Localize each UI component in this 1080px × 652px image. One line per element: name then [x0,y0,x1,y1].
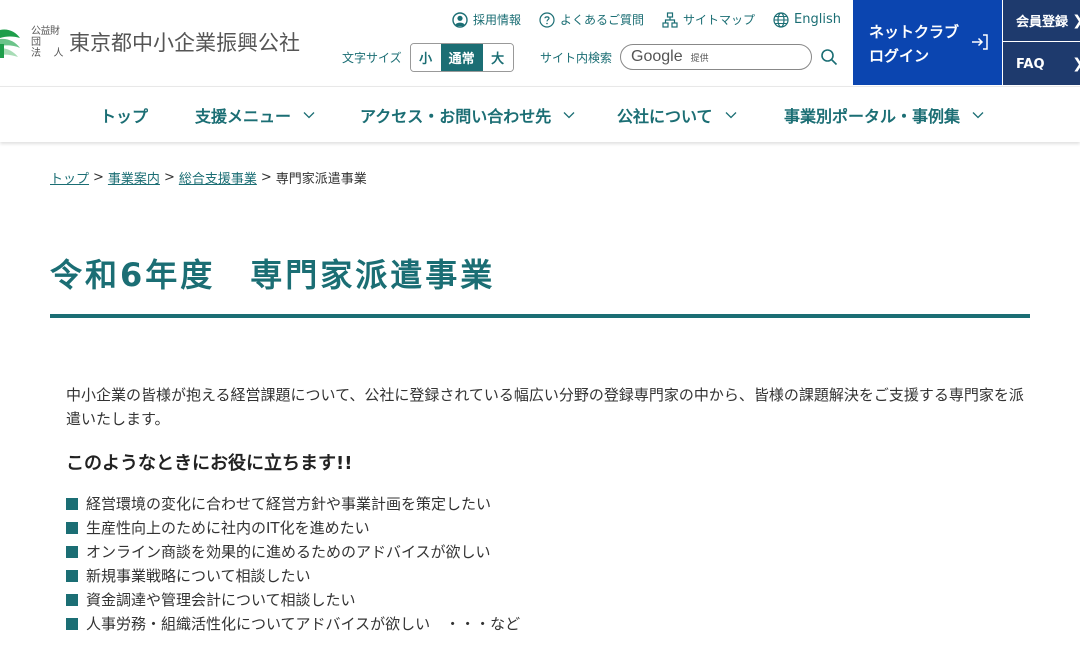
chevron-down-icon [563,112,575,119]
sitemap-icon [662,11,678,28]
site-header: 公益財団 法人 東京都中小企業振興公社 採用情報 よくあるご質問 サイトマップ … [0,0,1080,86]
breadcrumb-separator: > [163,170,175,185]
square-bullet-icon [66,570,78,582]
nav-item-label: 支援メニュー [195,107,292,126]
logo-corp-line2b: 人 [53,47,64,59]
nav-item-access-contact[interactable]: アクセス・お問い合わせ先 [360,87,575,143]
font-size-small-button[interactable]: 小 [410,44,441,71]
site-search: サイト内検索 Google 提供 [540,44,838,70]
util-link-label: 採用情報 [473,13,522,27]
list-item-text: 資金調達や管理会計について相談したい [86,591,356,609]
breadcrumb-current: 専門家派遣事業 [275,172,367,187]
logo-mark-icon [0,29,20,58]
chevron-right-icon: ❯ [1072,13,1080,29]
logo-corp-line1: 公益財団 [31,25,60,48]
nav-item-support-menu[interactable]: 支援メニュー [195,87,315,143]
search-input[interactable]: Google 提供 [620,44,813,70]
search-icon[interactable] [820,48,838,66]
font-size-label: 文字サイズ [342,51,402,65]
list-item: 人事労務・組織活性化についてアドバイスが欲しい ・・・など [66,612,520,636]
list-item: 経営環境の変化に合わせて経営方針や事業計画を策定したい [66,492,520,516]
side-buttons: 会員登録 ❯ FAQ ❯ [1003,0,1080,85]
site-logo[interactable]: 公益財団 法人 東京都中小企業振興公社 [0,24,300,60]
breadcrumb-separator: > [260,170,272,185]
util-link-label: English [794,12,841,27]
nav-item-label: アクセス・お問い合わせ先 [360,107,552,126]
list-item-text: 新規事業戦略について相談したい [86,567,311,585]
title-divider [50,314,1030,318]
chevron-right-icon: ❯ [1072,56,1080,72]
netclub-login-button[interactable]: ネットクラブ ログイン [853,0,1002,85]
list-item-text: オンライン商談を効果的に進めるためのアドバイスが欲しい [86,543,491,561]
breadcrumb-link-business[interactable]: 事業案内 [108,168,160,187]
nav-item-label: 事業別ポータル・事例集 [784,107,961,126]
util-link-english[interactable]: English [773,11,841,28]
login-arrow-icon [972,34,988,50]
chevron-down-icon [725,112,736,119]
list-item: 新規事業戦略について相談したい [66,564,520,588]
font-size-normal-button[interactable]: 通常 [440,44,483,71]
list-item: オンライン商談を効果的に進めるためのアドバイスが欲しい [66,540,520,564]
google-brand-text: Google [631,48,683,65]
square-bullet-icon [66,498,78,510]
list-item: 生産性向上のために社内のIT化を進めたい [66,516,520,540]
square-bullet-icon [66,522,78,534]
font-size-options: 小 通常 大 [409,43,514,72]
person-circle-icon [452,11,468,28]
member-register-label: 会員登録 [1016,15,1069,30]
util-link-faq[interactable]: よくあるご質問 [539,11,644,28]
question-circle-icon [539,11,555,28]
member-register-button[interactable]: 会員登録 ❯ [1003,0,1080,42]
login-label-line1: ネットクラブ [869,23,960,41]
global-nav: トップ 支援メニュー アクセス・お問い合わせ先 公社について 事業別ポータル・事… [0,86,1080,142]
breadcrumb: トップ > 事業案内 > 総合支援事業 > 専門家派遣事業 [50,168,367,187]
globe-icon [773,11,789,28]
square-bullet-icon [66,594,78,606]
chevron-down-icon [303,112,315,119]
breadcrumb-link-top[interactable]: トップ [50,168,89,187]
nav-item-label: 公社について [617,107,713,126]
faq-label: FAQ [1016,56,1045,72]
search-label: サイト内検索 [540,50,613,65]
benefits-heading: このようなときにお役に立ちます!! [66,453,353,474]
nav-item-label: トップ [100,107,149,126]
list-item-text: 経営環境の変化に合わせて経営方針や事業計画を策定したい [86,495,492,513]
logo-org-name: 東京都中小企業振興公社 [69,31,300,55]
font-size-large-button[interactable]: 大 [482,44,513,71]
util-link-label: よくあるご質問 [560,13,645,27]
breadcrumb-link-general-support[interactable]: 総合支援事業 [179,168,257,187]
font-size-switcher: 文字サイズ 小 通常 大 [342,43,514,72]
logo-corp-type: 公益財団 法人 [31,26,63,59]
google-provided-text: 提供 [690,53,709,64]
page-title: 令和6年度 専門家派遣事業 [50,256,496,294]
util-link-sitemap[interactable]: サイトマップ [662,11,755,28]
list-item: 資金調達や管理会計について相談したい [66,588,520,612]
login-label: ネットクラブ ログイン [869,20,959,68]
nav-item-about[interactable]: 公社について [617,87,737,143]
faq-button[interactable]: FAQ ❯ [1003,43,1080,85]
login-label-line2: ログイン [869,47,930,65]
benefits-list: 経営環境の変化に合わせて経営方針や事業計画を策定したい 生産性向上のために社内の… [66,492,520,636]
intro-paragraph: 中小企業の皆様が抱える経営課題について、公社に登録されている幅広い分野の登録専門… [66,386,1024,428]
util-link-label: サイトマップ [683,13,756,27]
nav-item-portal-cases[interactable]: 事業別ポータル・事例集 [784,87,984,143]
util-link-recruit[interactable]: 採用情報 [452,11,521,28]
list-item-text: 人事労務・組織活性化についてアドバイスが欲しい ・・・など [86,615,521,633]
logo-corp-line2a: 法 [31,47,41,59]
utility-links: 採用情報 よくあるご質問 サイトマップ English [452,11,841,28]
list-item-text: 生産性向上のために社内のIT化を進めたい [86,519,370,537]
breadcrumb-separator: > [93,170,104,185]
square-bullet-icon [66,618,78,630]
nav-item-top[interactable]: トップ [100,87,148,143]
chevron-down-icon [972,112,984,119]
square-bullet-icon [66,546,78,558]
